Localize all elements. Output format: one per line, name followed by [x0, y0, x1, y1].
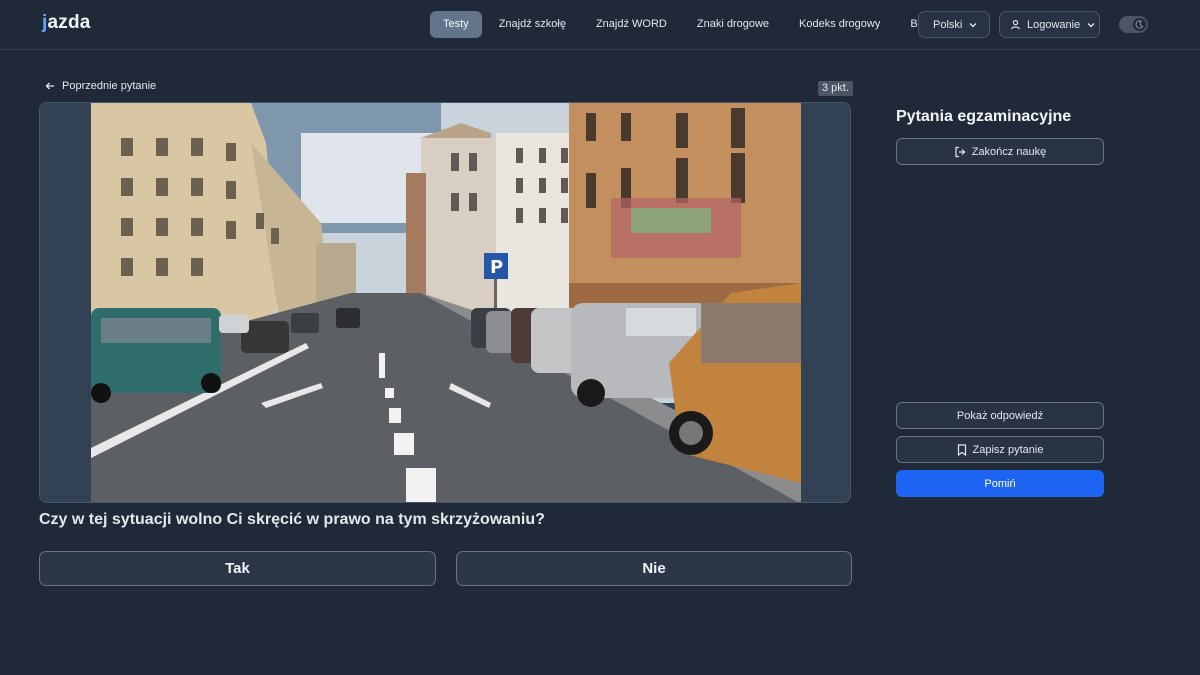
- question-text: Czy w tej sytuacji wolno Ci skręcić w pr…: [39, 511, 545, 528]
- save-question-label: Zapisz pytanie: [972, 443, 1044, 456]
- answer-yes-button[interactable]: Tak: [39, 551, 436, 586]
- logo[interactable]: jazda: [42, 12, 91, 34]
- answer-no-button[interactable]: Nie: [456, 551, 852, 586]
- street-scene-photo: P: [91, 103, 801, 502]
- skip-label: Pomiń: [984, 477, 1016, 490]
- previous-question-label: Poprzednie pytanie: [62, 80, 157, 92]
- nav-item-road-signs[interactable]: Znaki drogowe: [684, 11, 782, 38]
- user-icon: [1010, 19, 1021, 30]
- moon-icon: [1133, 18, 1146, 31]
- save-question-button[interactable]: Zapisz pytanie: [896, 436, 1104, 463]
- chevron-down-icon: [1086, 20, 1096, 30]
- skip-button[interactable]: Pomiń: [896, 470, 1104, 497]
- show-answer-label: Pokaż odpowiedź: [956, 409, 1044, 422]
- logout-icon: [954, 146, 966, 158]
- finish-learning-button[interactable]: Zakończ naukę: [896, 138, 1104, 165]
- question-media: P: [39, 102, 851, 503]
- login-label: Logowanie: [1027, 18, 1081, 31]
- theme-toggle[interactable]: [1119, 16, 1148, 33]
- login-button[interactable]: Logowanie: [999, 11, 1100, 38]
- nav-item-find-word[interactable]: Znajdź WORD: [583, 11, 680, 38]
- svg-text:P: P: [490, 257, 503, 278]
- points-badge: 3 pkt.: [818, 81, 853, 96]
- top-navbar: jazda Testy Znajdź szkołę Znajdź WORD Zn…: [0, 0, 1200, 50]
- chevron-down-icon: [968, 20, 978, 30]
- logo-text: azda: [47, 12, 91, 33]
- language-label: Polski: [933, 18, 963, 31]
- language-select[interactable]: Polski: [918, 11, 990, 38]
- show-answer-button[interactable]: Pokaż odpowiedź: [896, 402, 1104, 429]
- nav-item-find-school[interactable]: Znajdź szkołę: [486, 11, 579, 38]
- nav-item-traffic-code[interactable]: Kodeks drogowy: [786, 11, 893, 38]
- main-nav: Testy Znajdź szkołę Znajdź WORD Znaki dr…: [430, 11, 949, 38]
- finish-learning-label: Zakończ naukę: [971, 145, 1047, 158]
- arrow-left-icon: [44, 80, 56, 92]
- previous-question-link[interactable]: Poprzednie pytanie: [44, 80, 156, 92]
- nav-item-testy[interactable]: Testy: [430, 11, 482, 38]
- bookmark-icon: [957, 443, 967, 456]
- sidebar-title: Pytania egzaminacyjne: [896, 108, 1072, 125]
